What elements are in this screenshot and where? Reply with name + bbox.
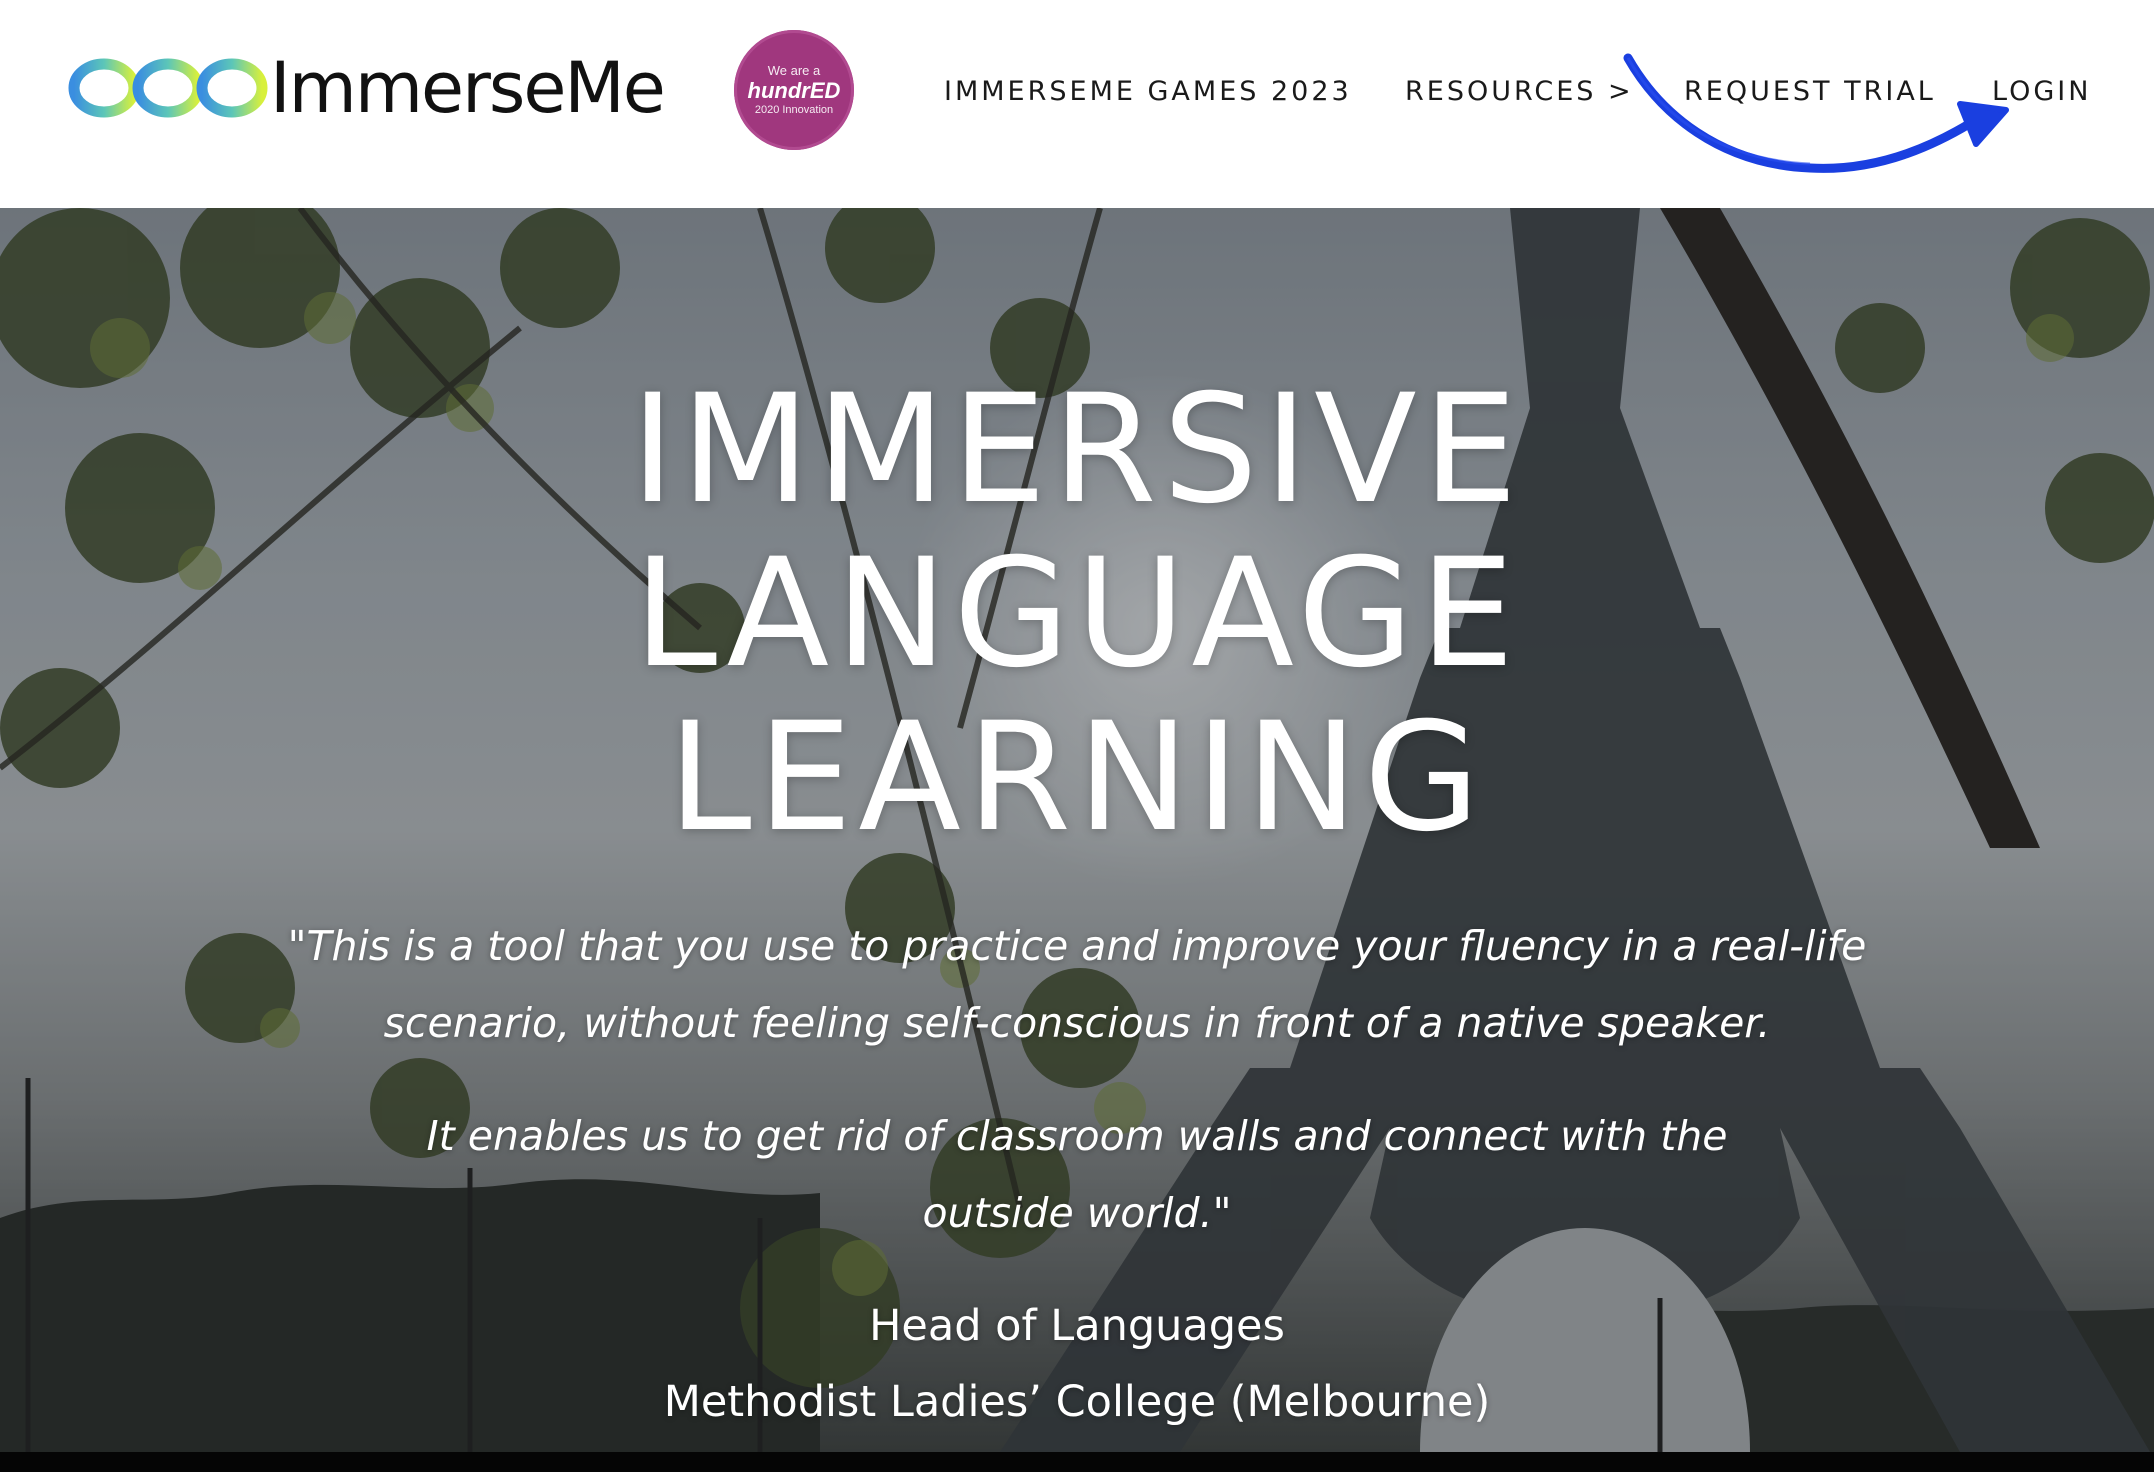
hero-title-line: LEARNING xyxy=(667,691,1487,865)
page: ImmerseMe We are a hundrED 2020 Innovati… xyxy=(0,0,2154,1472)
bottom-strip xyxy=(0,1452,2154,1472)
hand-drawn-arrow-icon xyxy=(1623,53,2009,173)
hero-section: IMMERSIVE LANGUAGE LEARNING "This is a t… xyxy=(0,208,2154,1452)
site-header: ImmerseMe We are a hundrED 2020 Innovati… xyxy=(0,0,2154,208)
testimonial-quote: "This is a tool that you use to practice… xyxy=(267,908,1887,1288)
nav-games-2023[interactable]: IMMERSEME GAMES 2023 xyxy=(944,72,1352,112)
attribution-organization: Methodist Ladies’ College (Melbourne) xyxy=(663,1377,1491,1427)
quote-paragraph-2: It enables us to get rid of classroom wa… xyxy=(426,1112,1728,1237)
testimonial-attribution: Head of Languages Methodist Ladies’ Coll… xyxy=(477,1288,1677,1440)
quote-paragraph-1: "This is a tool that you use to practice… xyxy=(287,922,1867,1047)
hero-title-line: LANGUAGE xyxy=(633,527,1521,701)
nav-resources[interactable]: RESOURCES > xyxy=(1405,72,1634,112)
hero-title: IMMERSIVE LANGUAGE LEARNING xyxy=(377,368,1777,860)
attribution-role: Head of Languages xyxy=(869,1301,1285,1351)
hero-content: IMMERSIVE LANGUAGE LEARNING "This is a t… xyxy=(0,208,2154,1452)
hero-title-line: IMMERSIVE xyxy=(630,363,1524,537)
